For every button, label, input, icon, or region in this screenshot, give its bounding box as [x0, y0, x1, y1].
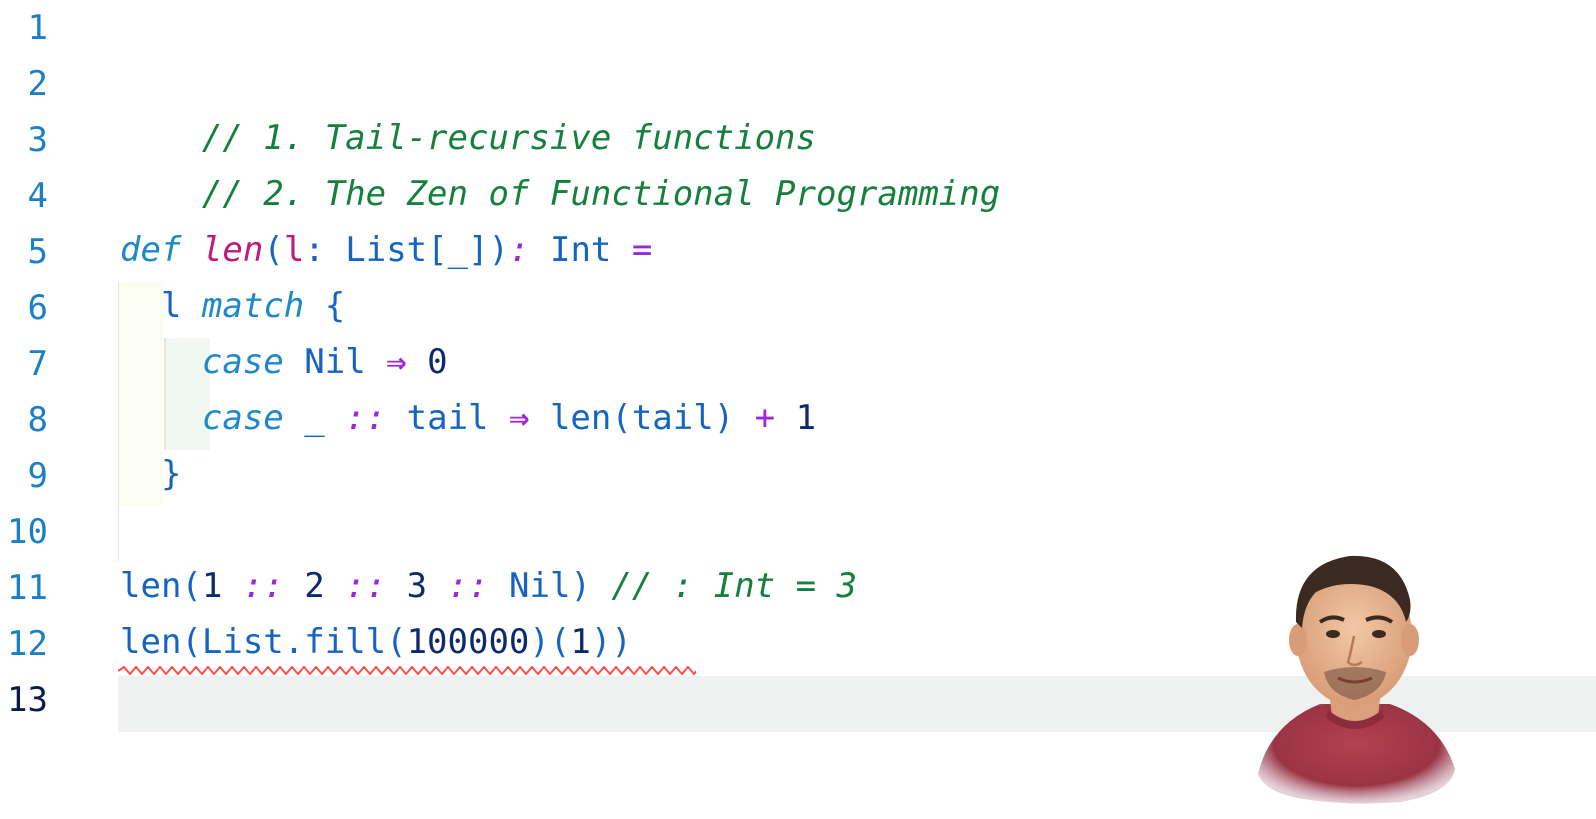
- type-annotation: List[_]: [324, 230, 489, 270]
- line-number: 11: [7, 568, 48, 608]
- brace: }: [160, 454, 182, 494]
- number-literal: 1: [201, 566, 223, 606]
- comment: // 2. The Zen of Functional Programming: [201, 174, 1001, 214]
- cons-operator: ::: [427, 566, 510, 606]
- line-number: 4: [27, 176, 48, 216]
- code-editor[interactable]: 1 2 3 4 5 6 7 8 9 10 11 12 13 // 1. Tail…: [0, 0, 1596, 819]
- line-number: 7: [27, 344, 48, 384]
- line-number: 9: [27, 456, 48, 496]
- pattern: Nil: [283, 342, 387, 382]
- number-literal: 100000: [406, 622, 530, 662]
- number-literal: 2: [304, 566, 325, 606]
- equals-operator: =: [631, 230, 653, 270]
- brace: {: [304, 286, 346, 326]
- keyword-case: case: [201, 342, 284, 382]
- wildcard: _: [283, 398, 346, 438]
- number-literal: 1: [570, 622, 591, 662]
- keyword-match: match: [201, 286, 305, 326]
- identifier: l: [160, 286, 182, 326]
- function-call: len(: [120, 566, 202, 606]
- cons-operator: ::: [222, 566, 305, 606]
- function-call: len(tail): [529, 398, 755, 438]
- result-comment: // : Int = 3: [611, 566, 858, 606]
- number-literal: 3: [406, 566, 428, 606]
- indent-guide: [118, 506, 119, 562]
- line-number: 2: [27, 64, 48, 104]
- error-squiggle[interactable]: [118, 666, 696, 676]
- keyword-def: def: [120, 230, 182, 270]
- plus-operator: +: [754, 398, 776, 438]
- code-line-12[interactable]: len(List.fill(100000)(1)): [120, 614, 632, 670]
- nil-literal: Nil: [509, 566, 571, 606]
- code-line-9[interactable]: }: [120, 446, 181, 502]
- line-number: 6: [27, 288, 48, 328]
- return-type: Int: [529, 230, 632, 270]
- code-line-7[interactable]: case Nil ⇒ 0: [120, 334, 448, 390]
- function-name: len: [201, 230, 264, 270]
- paren: )(: [529, 622, 571, 662]
- line-number: 5: [27, 232, 48, 272]
- paren: )): [590, 622, 632, 662]
- cons-operator: ::: [345, 398, 387, 438]
- keyword-case: case: [201, 398, 284, 438]
- arrow-operator: ⇒: [386, 342, 407, 382]
- identifier: tail: [386, 398, 509, 438]
- paren: ): [488, 230, 510, 270]
- parameter: l: [283, 230, 305, 270]
- line-number-current: 13: [7, 680, 48, 720]
- line-number: 3: [27, 120, 48, 160]
- code-line-8[interactable]: case _ :: tail ⇒ len(tail) + 1: [120, 390, 816, 446]
- code-line-5[interactable]: def len(l: List[_]): Int =: [120, 222, 652, 278]
- line-number: 8: [27, 400, 48, 440]
- colon: :: [304, 230, 325, 270]
- code-line-6[interactable]: l match {: [120, 278, 345, 334]
- code-line-3[interactable]: // 2. The Zen of Functional Programming: [120, 110, 1000, 214]
- arrow-operator: ⇒: [508, 398, 530, 438]
- paren: (: [263, 230, 284, 270]
- code-line-11[interactable]: len(1 :: 2 :: 3 :: Nil) // : Int = 3: [120, 558, 857, 614]
- paren: ): [570, 566, 612, 606]
- colon: :: [509, 230, 530, 270]
- code-line-2[interactable]: // 1. Tail-recursive functions: [120, 54, 816, 158]
- line-number: 1: [27, 8, 48, 48]
- function-call: len(List.fill(: [120, 622, 407, 662]
- cons-operator: ::: [324, 566, 407, 606]
- presenter-avatar: [1258, 555, 1455, 804]
- line-number: 12: [7, 624, 48, 664]
- number-literal: 1: [775, 398, 817, 438]
- line-number: 10: [7, 512, 48, 552]
- number-literal: 0: [406, 342, 448, 382]
